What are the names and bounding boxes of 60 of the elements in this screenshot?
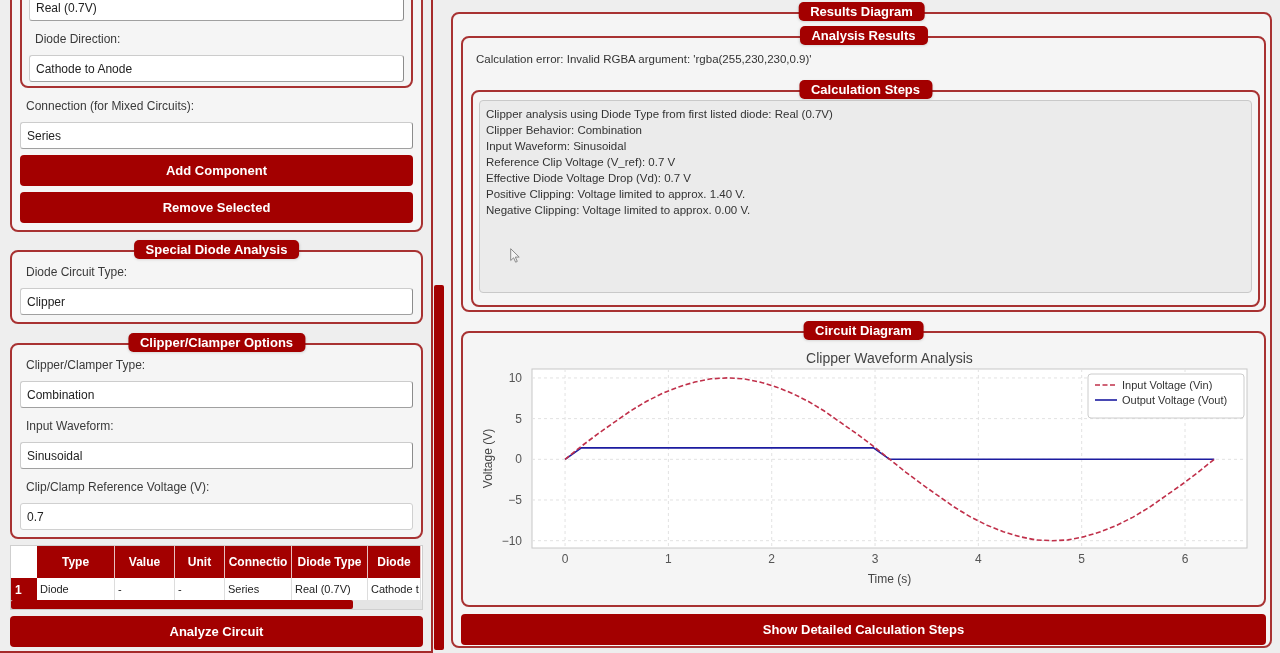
dropdown-field[interactable]: Combination: [20, 381, 413, 408]
chart-title: Clipper Waveform Analysis: [806, 350, 973, 366]
axis-tick-label: 10: [508, 370, 522, 385]
column-header: Unit: [175, 546, 225, 578]
details-button[interactable]: Show Detailed Calculation Steps: [461, 614, 1266, 645]
calculation-step: Negative Clipping: Voltage limited to approx. 0.00 V.: [486, 202, 751, 218]
field-label: Diode Circuit Type:: [25, 264, 129, 281]
legend-label: Output Voltage (Vout): [1122, 394, 1228, 406]
dropdown-field[interactable]: Clipper: [20, 288, 413, 315]
action-button[interactable]: Remove Selected: [20, 192, 413, 223]
column-header: Connectio: [225, 546, 292, 578]
dropdown-field[interactable]: Real (0.7V): [29, 0, 404, 21]
scrollbar-thumb[interactable]: [434, 285, 444, 650]
action-button[interactable]: Add Component: [20, 155, 413, 186]
row-header[interactable]: 1: [11, 578, 37, 600]
section-title: Clipper/Clamper Options: [127, 333, 306, 352]
column-header: Type: [37, 546, 115, 578]
dashed-line-icon: [1094, 384, 1118, 386]
field-label: Diode Direction:: [34, 31, 122, 48]
axis-tick-label: −10: [501, 533, 522, 548]
dropdown-field[interactable]: Series: [20, 122, 413, 149]
solid-line-icon: [1094, 399, 1118, 401]
calculation-step: Effective Diode Voltage Drop (Vd): 0.7 V: [486, 170, 691, 186]
section-title: Analysis Results: [799, 26, 928, 45]
section-title: Special Diode Analysis: [133, 240, 300, 259]
axis-tick-label: 5: [1078, 552, 1086, 566]
input-field[interactable]: 0.7: [20, 503, 413, 530]
column-header: Diode Type: [292, 546, 368, 578]
axis-tick-label: 3: [871, 552, 879, 566]
mouse-pointer-icon: [510, 248, 520, 263]
field-label: Clipper/Clamper Type:: [25, 357, 147, 374]
axis-tick-label: 2: [768, 552, 776, 566]
section-title: Circuit Diagram: [803, 321, 924, 340]
field-label: Input Waveform:: [25, 418, 115, 435]
field-label: Connection (for Mixed Circuits):: [25, 98, 196, 115]
calculation-step: Reference Clip Voltage (V_ref): 0.7 V: [486, 154, 676, 170]
calculation-step: Input Waveform: Sinusoidal: [486, 138, 627, 154]
axis-title: Voltage (V): [481, 428, 495, 489]
axis-tick-label: 5: [515, 411, 522, 426]
axis-tick-label: −5: [508, 493, 522, 507]
axis-tick-label: 0: [515, 452, 522, 467]
axis-title: Time (s): [867, 572, 912, 586]
section-title: Calculation Steps: [798, 80, 933, 99]
field-label: Clip/Clamp Reference Voltage (V):: [25, 479, 211, 496]
axis-tick-label: 6: [1181, 552, 1189, 566]
analyze-button[interactable]: Analyze Circuit: [10, 616, 423, 647]
axis-tick-label: 4: [975, 552, 982, 566]
axis-tick-label: 0: [561, 552, 569, 566]
scrollbar-thumb[interactable]: [11, 600, 353, 609]
error-message: Calculation error: Invalid RGBA argument: 'rgba(255,230,230,0.9)': [475, 52, 813, 67]
column-header: Diode: [368, 546, 421, 578]
dropdown-field[interactable]: Cathode to Anode: [29, 55, 404, 82]
calculation-step: Clipper analysis using Diode Type from first listed diode: Real (0.7V): [486, 106, 833, 122]
axis-tick-label: 1: [665, 552, 672, 566]
calculation-step: Clipper Behavior: Combination: [486, 122, 642, 138]
column-header: Value: [115, 546, 175, 578]
section-title: Results Diagram: [798, 2, 925, 21]
dropdown-field[interactable]: Sinusoidal: [20, 442, 413, 469]
calculation-step: Positive Clipping: Voltage limited to approx. 1.40 V.: [486, 186, 746, 202]
legend-label: Input Voltage (Vin): [1122, 379, 1213, 391]
